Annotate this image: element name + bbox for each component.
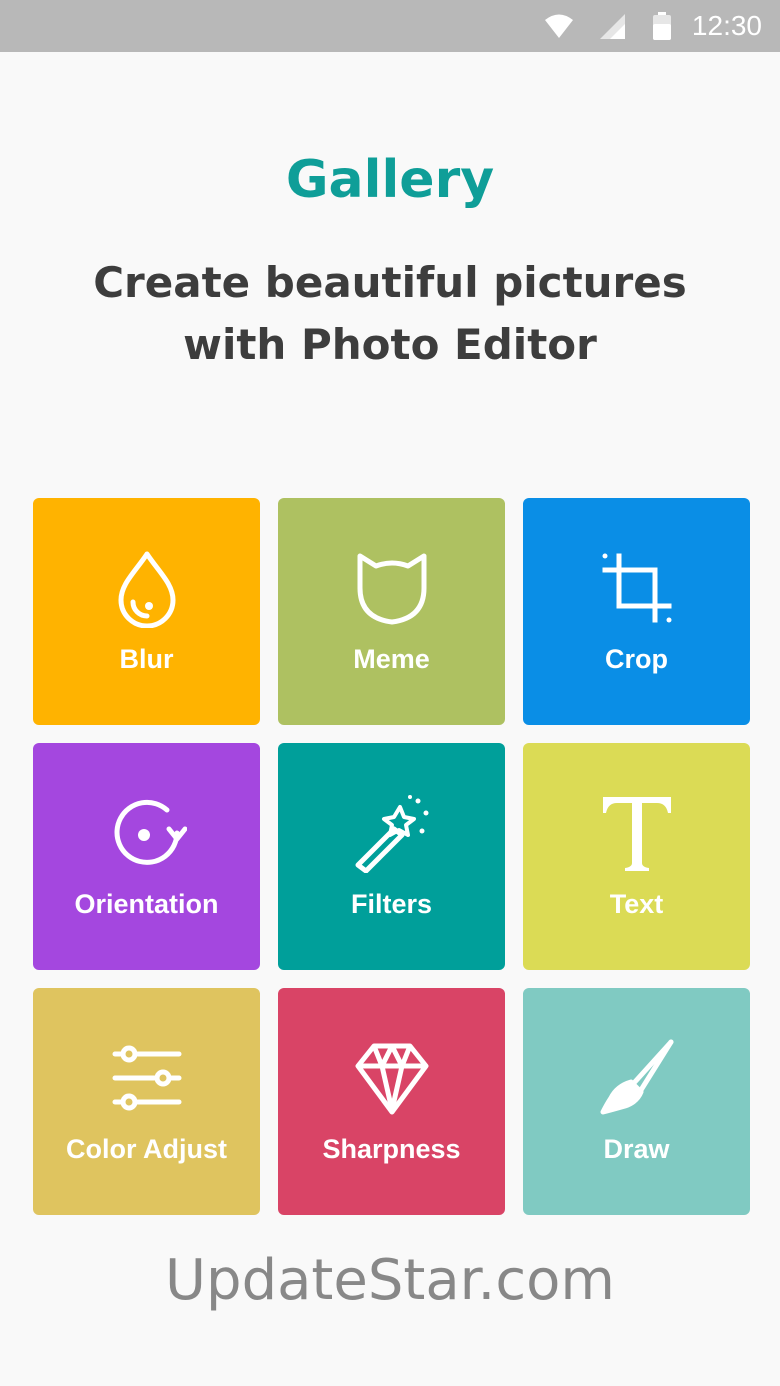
tool-grid: Blur Meme Crop Orientation Filters Text … (33, 498, 750, 1215)
battery-icon (653, 12, 671, 40)
cat-face-icon (357, 553, 426, 625)
wifi-icon (545, 14, 573, 38)
sharpness-button[interactable]: Sharpness (278, 988, 505, 1215)
signal-icon (600, 14, 625, 39)
tool-label: Filters (350, 889, 433, 919)
tool-label: Draw (603, 1134, 670, 1164)
magic-wand-icon (355, 795, 428, 873)
blur-button[interactable]: Blur (33, 498, 260, 725)
sliders-icon (112, 1045, 181, 1111)
tool-label: Color Adjust (66, 1134, 227, 1164)
text-button[interactable]: Text (523, 743, 750, 970)
color-adjust-button[interactable]: Color Adjust (33, 988, 260, 1215)
status-bar: 12:30 (0, 0, 780, 52)
draw-button[interactable]: Draw (523, 988, 750, 1215)
tool-label: Blur (119, 644, 174, 674)
diamond-icon (355, 1043, 428, 1115)
tool-label: Text (609, 889, 664, 919)
brush-icon (600, 1039, 673, 1115)
meme-button[interactable]: Meme (278, 498, 505, 725)
orientation-button[interactable]: Orientation (33, 743, 260, 970)
rotate-icon (114, 799, 187, 865)
page-subtitle: Create beautiful pictures with Photo Edi… (93, 258, 687, 369)
filters-button[interactable]: Filters (278, 743, 505, 970)
status-time: 12:30 (691, 10, 762, 41)
page-title: Gallery (285, 150, 495, 210)
droplet-icon (118, 551, 175, 628)
crop-icon (602, 553, 671, 623)
watermark: UpdateStar.com (165, 1248, 615, 1313)
tool-label: Meme (353, 644, 430, 674)
crop-button[interactable]: Crop (523, 498, 750, 725)
tool-label: Crop (605, 644, 668, 674)
text-t-icon (602, 797, 671, 871)
tool-label: Sharpness (322, 1134, 461, 1164)
tool-label: Orientation (74, 889, 219, 919)
